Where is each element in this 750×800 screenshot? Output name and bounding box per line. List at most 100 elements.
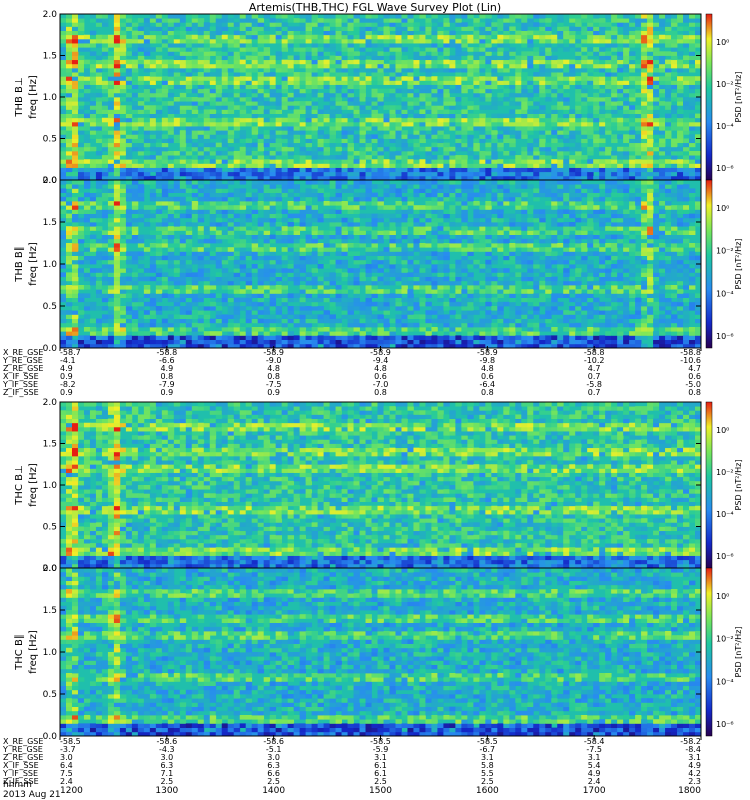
spectrogram-cell <box>329 126 336 131</box>
spectrogram-cell <box>359 121 366 127</box>
spectrogram-cell <box>209 76 217 81</box>
spectrogram-cell <box>545 34 552 40</box>
spectrogram-cell <box>575 142 582 148</box>
spectrogram-cell <box>485 117 492 123</box>
spectrogram-cell <box>341 163 348 168</box>
spectrogram-cell <box>515 84 522 90</box>
spectrogram-cell <box>215 331 223 336</box>
spectrogram-cell <box>341 14 348 19</box>
spectrogram-cell <box>77 285 85 290</box>
spectrogram-cell <box>77 109 85 114</box>
spectrogram-cell <box>521 72 528 77</box>
spectrogram-cell <box>335 180 342 185</box>
spectrogram-cell <box>617 14 624 19</box>
spectrogram-cell <box>71 184 79 189</box>
spectrogram-cell <box>245 167 253 173</box>
spectrogram-cell <box>245 14 253 19</box>
spectrogram-cell <box>521 163 528 168</box>
spectrogram-cell <box>461 101 468 106</box>
spectrogram-cell <box>389 150 396 156</box>
spectrogram-cell <box>581 59 588 65</box>
spectrogram-cell <box>119 167 127 173</box>
spectrogram-cell <box>275 222 283 227</box>
spectrogram-cell <box>653 117 660 123</box>
spectrogram-cell <box>425 26 432 31</box>
spectrogram-cell <box>323 142 330 148</box>
spectrogram-cell <box>581 18 588 23</box>
spectrogram-cell <box>251 101 259 106</box>
spectrogram-cell <box>131 234 139 240</box>
spectrogram-cell <box>305 84 313 90</box>
spectrogram-cell <box>275 339 283 345</box>
spectrogram-cell <box>683 150 690 156</box>
spectrogram-cell <box>641 163 648 168</box>
spectrogram-cell <box>209 142 217 148</box>
spectrogram-cell <box>60 130 67 135</box>
spectrogram-cell <box>509 101 516 106</box>
spectrogram-cell <box>155 97 163 102</box>
spectrogram-cell <box>155 113 163 119</box>
spectrogram-cell <box>203 259 211 265</box>
spectrogram-cell <box>641 109 648 114</box>
spectrogram-cell <box>293 226 301 231</box>
spectrogram-cell <box>179 184 187 189</box>
spectrogram-cell <box>293 339 301 345</box>
spectrogram-cell <box>287 226 295 231</box>
spectrogram-cell <box>497 22 504 27</box>
spectrogram-cell <box>485 63 492 69</box>
spectrogram-cell <box>695 84 702 90</box>
spectrogram-cell <box>683 18 690 23</box>
spectrogram-cell <box>311 59 318 65</box>
spectrogram-cell <box>425 117 432 123</box>
spectrogram-cell <box>191 146 199 152</box>
spectrogram-cell <box>551 146 558 152</box>
spectrogram-cell <box>71 34 79 40</box>
spectrogram-cell <box>413 105 420 110</box>
spectrogram-cell <box>581 26 588 31</box>
spectrogram-cell <box>233 150 241 156</box>
spectrogram-cell <box>491 113 498 119</box>
spectrogram-cell <box>281 285 289 290</box>
spectrogram-cell <box>299 34 307 40</box>
spectrogram-cell <box>71 289 79 294</box>
spectrogram-cell <box>113 301 121 307</box>
spectrogram-cell <box>539 117 546 123</box>
spectrogram-cell <box>569 121 576 127</box>
spectrogram-cell <box>215 76 223 81</box>
spectrogram-cell <box>173 34 181 40</box>
spectrogram-cell <box>605 38 612 44</box>
spectrogram-cell <box>257 22 265 27</box>
spectrogram-cell <box>347 121 354 127</box>
spectrogram-cell <box>401 105 408 110</box>
spectrogram-cell <box>155 327 163 332</box>
spectrogram-cell <box>623 101 630 106</box>
spectrogram-cell <box>557 101 564 106</box>
spectrogram-cell <box>329 247 336 252</box>
spectrogram-cell <box>329 134 336 139</box>
spectrogram-cell <box>185 163 193 168</box>
spectrogram-cell <box>431 117 438 123</box>
chart-title: Artemis(THB,THC) FGL Wave Survey Plot (L… <box>249 1 501 14</box>
spectrogram-cell <box>131 146 139 152</box>
spectrogram-cell <box>647 113 654 119</box>
spectrogram-cell <box>131 34 139 40</box>
spectrogram-cell <box>149 163 157 168</box>
spectrogram-cell <box>641 171 648 177</box>
spectrogram-cell <box>539 38 546 44</box>
spectrogram-cell <box>551 130 558 135</box>
spectrogram-cell <box>71 339 79 345</box>
spectrogram-cell <box>635 142 642 148</box>
spectrogram-cell <box>317 327 324 332</box>
spectrogram-cell <box>539 80 546 85</box>
spectrogram-cell <box>467 134 474 139</box>
spectrogram-cell <box>299 322 307 328</box>
spectrogram-cell <box>251 335 259 340</box>
spectrogram-cell <box>581 97 588 102</box>
spectrogram-cell <box>431 30 438 36</box>
spectrogram-cell <box>305 105 313 110</box>
spectrogram-cell <box>383 117 390 123</box>
spectrogram-cell <box>173 72 181 77</box>
spectrogram-cell <box>635 146 642 152</box>
spectrogram-cell <box>599 146 606 152</box>
spectrogram-cell <box>353 63 360 69</box>
